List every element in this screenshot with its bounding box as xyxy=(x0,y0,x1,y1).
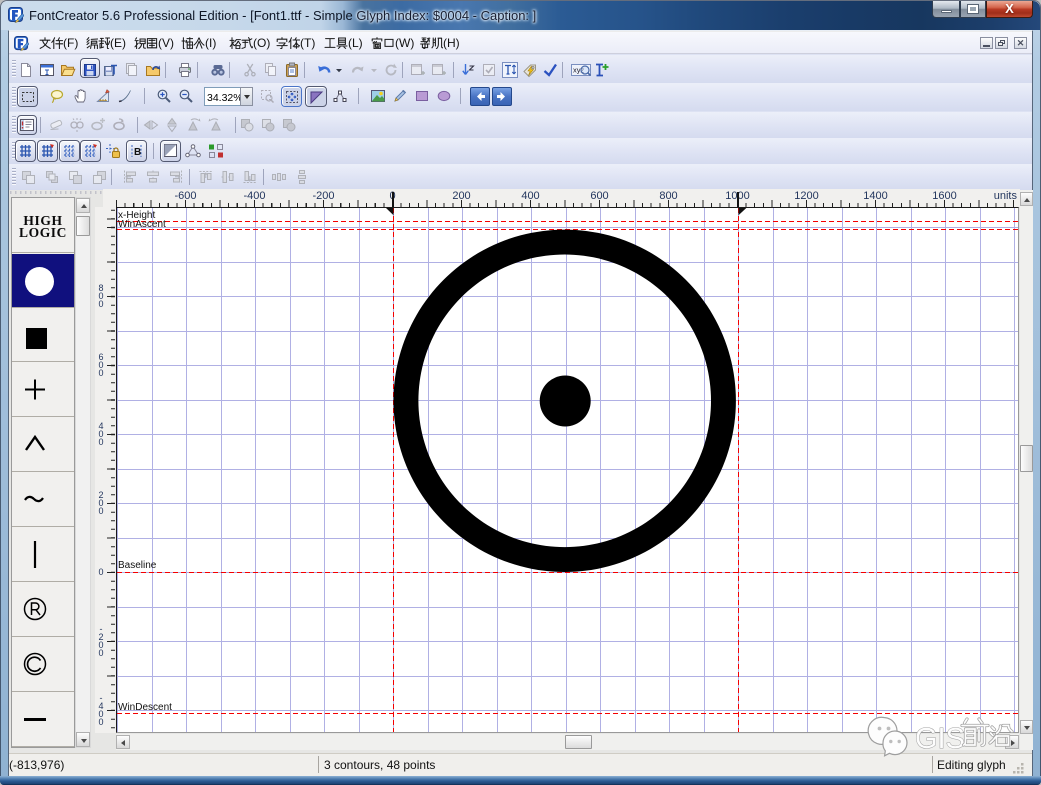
svg-text:B: B xyxy=(134,147,141,158)
